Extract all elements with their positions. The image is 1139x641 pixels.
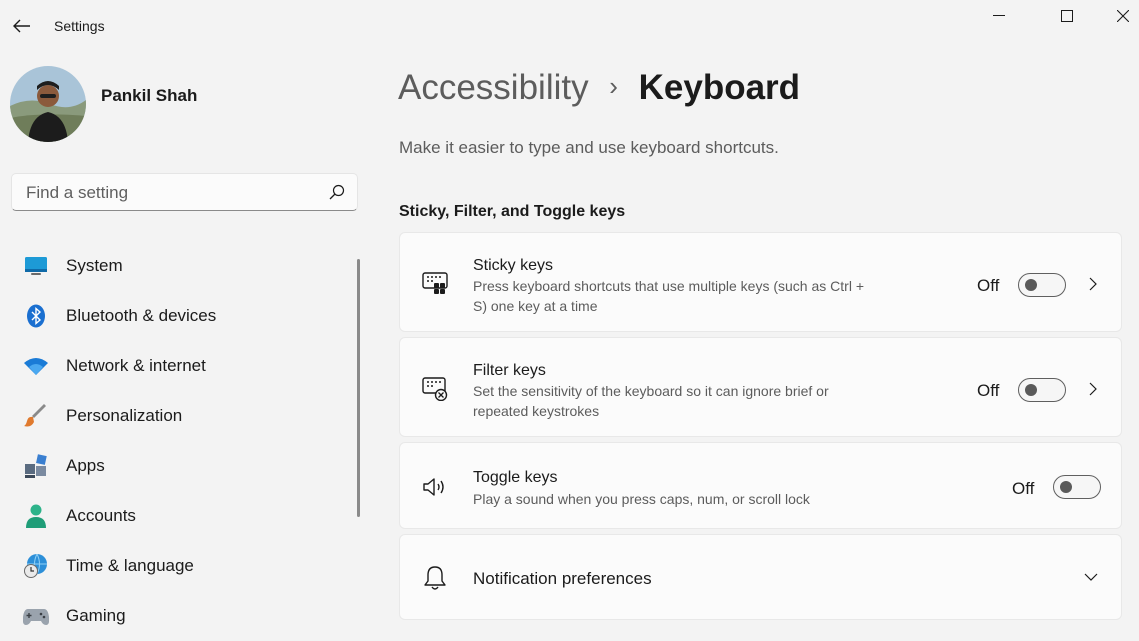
breadcrumb-parent[interactable]: Accessibility [398, 68, 589, 107]
maximize-icon [1061, 10, 1073, 22]
profile-name: Pankil Shah [101, 86, 198, 105]
sidebar-item-label: Gaming [66, 606, 126, 625]
sticky-keys-toggle[interactable] [1018, 273, 1066, 297]
bell-icon [421, 564, 449, 592]
sidebar-item-network[interactable]: Network & internet [10, 341, 350, 391]
filter-keys-toggle[interactable] [1018, 378, 1066, 402]
toggle-keys-card[interactable]: Toggle keys Play a sound when you press … [399, 442, 1122, 529]
title-bar: Settings [0, 0, 1139, 52]
back-arrow-icon [13, 19, 30, 33]
toggle-keys-title: Toggle keys [473, 469, 558, 486]
sidebar-item-label: Time & language [66, 556, 194, 575]
search-box[interactable] [11, 173, 358, 212]
filter-keys-state: Off [977, 381, 1000, 400]
section-title: Sticky, Filter, and Toggle keys [399, 203, 626, 220]
sidebar-item-apps[interactable]: Apps [10, 441, 350, 491]
toggle-keys-state: Off [1012, 479, 1035, 498]
wifi-icon [23, 354, 49, 378]
filter-keys-icon [421, 375, 449, 403]
sidebar-item-accounts[interactable]: Accounts [10, 491, 350, 541]
sidebar-item-label: Bluetooth & devices [66, 306, 217, 325]
sticky-keys-title: Sticky keys [473, 257, 554, 274]
sidebar-nav: System Bluetooth & devices Network & int… [10, 241, 350, 641]
maximize-button[interactable] [1039, 0, 1095, 32]
person-icon [23, 504, 49, 528]
sidebar-item-time-language[interactable]: Time & language [10, 541, 350, 591]
sidebar-item-label: System [66, 256, 123, 275]
sidebar-item-label: Accounts [66, 506, 136, 525]
close-button[interactable] [1095, 0, 1139, 32]
bluetooth-icon [23, 304, 49, 328]
breadcrumb: Accessibility › Keyboard [398, 68, 800, 112]
sticky-keys-card[interactable]: Sticky keys Press keyboard shortcuts tha… [399, 232, 1122, 332]
avatar[interactable] [10, 66, 86, 142]
minimize-icon [993, 15, 1005, 16]
notification-preferences-card[interactable]: Notification preferences [399, 534, 1122, 620]
gamepad-icon [23, 604, 49, 628]
speaker-icon [421, 473, 449, 501]
chevron-right-icon[interactable] [1085, 276, 1101, 292]
filter-keys-card[interactable]: Filter keys Set the sensitivity of the k… [399, 337, 1122, 437]
search-icon [329, 184, 345, 200]
sidebar-item-label: Apps [66, 456, 105, 475]
close-icon [1117, 10, 1129, 22]
globe-clock-icon [23, 554, 49, 578]
toggle-keys-description: Play a sound when you press caps, num, o… [473, 491, 810, 507]
sticky-keys-icon [421, 270, 449, 298]
app-title: Settings [54, 18, 105, 34]
chevron-right-icon[interactable] [1085, 381, 1101, 397]
sidebar-item-system[interactable]: System [10, 241, 350, 291]
breadcrumb-separator: › [609, 71, 618, 101]
filter-keys-description: Set the sensitivity of the keyboard so i… [473, 383, 829, 419]
sidebar-item-label: Personalization [66, 406, 183, 425]
filter-keys-title: Filter keys [473, 362, 546, 379]
minimize-button[interactable] [971, 0, 1027, 32]
sidebar-item-label: Network & internet [66, 356, 206, 375]
apps-icon [23, 454, 49, 478]
sidebar-item-bluetooth[interactable]: Bluetooth & devices [10, 291, 350, 341]
toggle-keys-toggle[interactable] [1053, 475, 1101, 499]
back-button[interactable] [8, 12, 36, 40]
notification-preferences-title: Notification preferences [473, 569, 652, 588]
page-subtitle: Make it easier to type and use keyboard … [399, 138, 779, 157]
system-icon [23, 254, 49, 278]
sticky-keys-state: Off [977, 276, 1000, 295]
brush-icon [23, 404, 49, 428]
sidebar-item-personalization[interactable]: Personalization [10, 391, 350, 441]
sidebar-scrollbar[interactable] [357, 259, 360, 517]
chevron-down-icon[interactable] [1083, 569, 1099, 585]
sticky-keys-description: Press keyboard shortcuts that use multip… [473, 278, 864, 314]
search-input[interactable] [24, 174, 318, 212]
page-title: Keyboard [638, 68, 801, 107]
